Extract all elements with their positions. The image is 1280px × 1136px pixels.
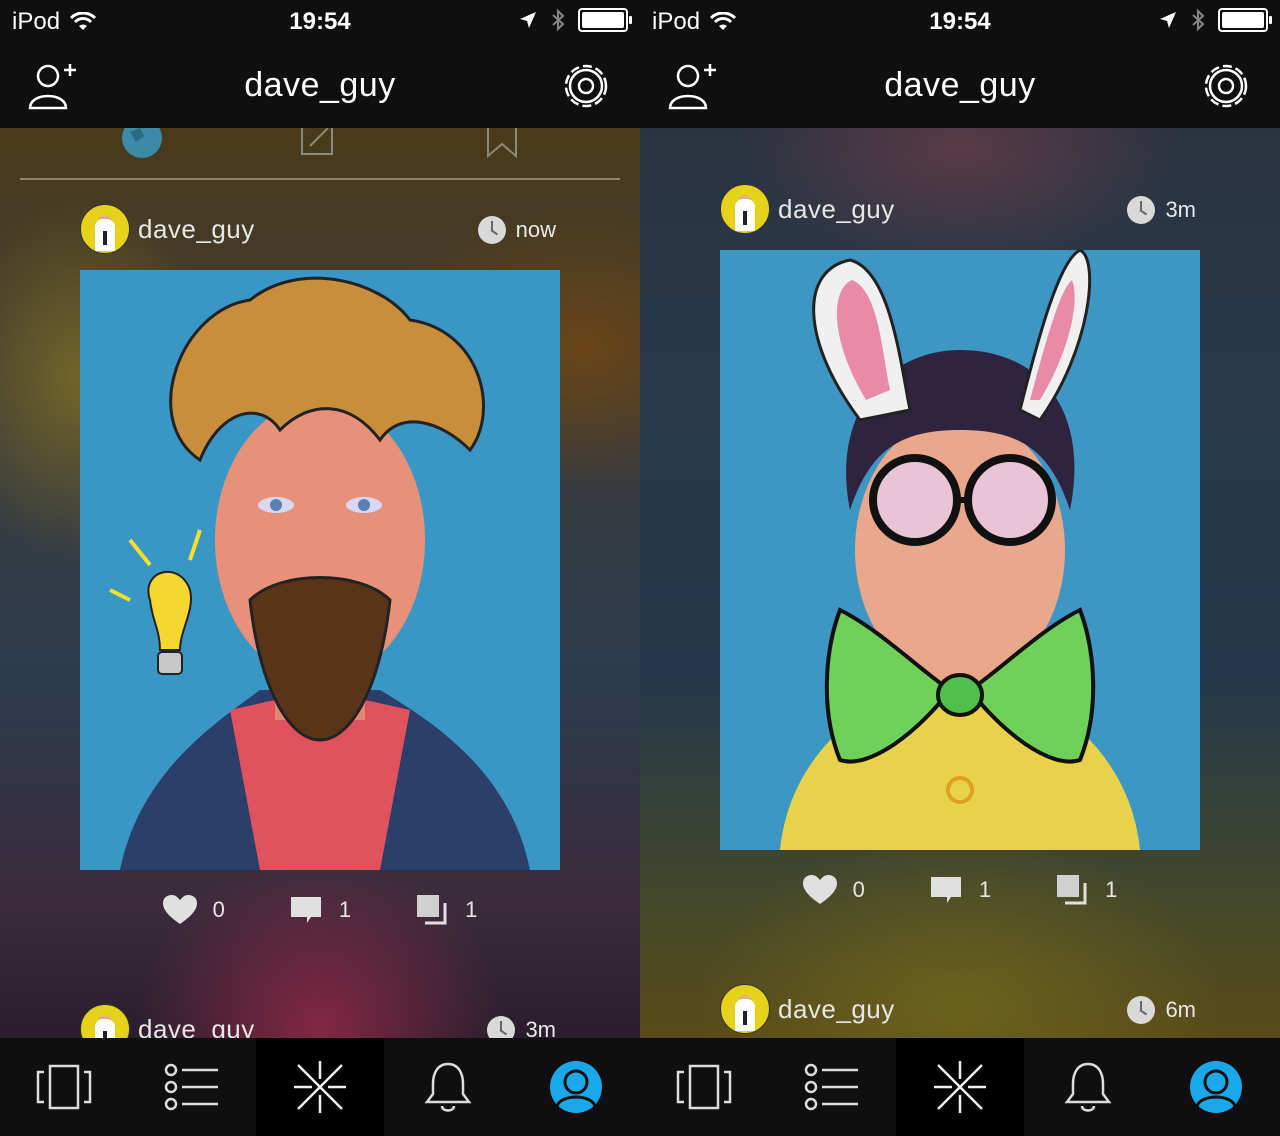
profile-tabs (20, 128, 620, 180)
top-nav-bar: dave_guy (0, 44, 640, 128)
post-photo[interactable] (80, 270, 560, 870)
post-photo[interactable] (720, 250, 1200, 850)
bell-icon (1064, 1062, 1112, 1112)
post-username[interactable]: dave_guy (138, 1014, 255, 1038)
bell-icon (424, 1062, 472, 1112)
post-image-art (720, 250, 1200, 850)
comment-action[interactable]: 1 (929, 870, 991, 910)
post-time: 6m (1127, 996, 1196, 1024)
clock-icon (1127, 996, 1156, 1024)
clock-icon (1127, 196, 1156, 224)
post-username[interactable]: dave_guy (778, 994, 895, 1025)
tab-list[interactable] (768, 1038, 896, 1136)
avatar[interactable] (80, 1004, 130, 1038)
heart-icon (162, 895, 197, 924)
bottom-tab-bar (0, 1038, 640, 1136)
repost-count: 1 (1105, 877, 1118, 902)
heart-icon (802, 875, 837, 904)
repost-icon (417, 895, 447, 925)
cards-icon (36, 1064, 92, 1110)
gear-icon[interactable] (1198, 58, 1254, 114)
comment-icon (290, 897, 321, 923)
top-nav-bar: dave_guy (640, 44, 1280, 128)
repost-action[interactable]: 1 (1055, 870, 1117, 910)
tab-cards[interactable] (0, 1038, 128, 1136)
bluetooth-icon (552, 8, 565, 32)
post-header: dave_guy 3m (80, 1004, 560, 1038)
phone-screen-left: iPod 19:54 dave_guy dave_guy now 0 1 1 d… (0, 0, 640, 1136)
comment-action[interactable]: 1 (289, 890, 351, 930)
phone-screen-right: iPod 19:54 dave_guy dave_guy 3m 0 1 1 da… (640, 0, 1280, 1136)
post-actions: 0 1 1 (0, 890, 640, 930)
bookmark-icon[interactable] (480, 128, 524, 160)
post-header: dave_guy now (80, 204, 560, 254)
tab-create[interactable] (256, 1038, 384, 1136)
avatar[interactable] (80, 204, 130, 254)
sparkle-icon (294, 1061, 346, 1113)
post-header: dave_guy 6m (720, 984, 1200, 1034)
status-bar: iPod 19:54 (0, 0, 640, 44)
bottom-tab-bar (640, 1038, 1280, 1136)
post-time: 3m (1127, 196, 1196, 224)
clock-icon (477, 216, 506, 244)
list-icon (164, 1063, 218, 1111)
post-time: now (477, 216, 556, 244)
screens: iPod 19:54 dave_guy dave_guy now 0 1 1 d… (0, 0, 1280, 1136)
battery-icon (1218, 8, 1272, 32)
like-action[interactable]: 0 (162, 890, 225, 930)
location-arrow-icon (1160, 12, 1176, 28)
comment-count: 1 (978, 877, 992, 902)
post-time-label: 6m (1165, 997, 1196, 1022)
like-count: 0 (852, 877, 865, 902)
feed[interactable]: dave_guy 3m 0 1 1 dave_guy 6m (640, 128, 1280, 1038)
cards-icon (676, 1064, 732, 1110)
like-count: 0 (212, 897, 225, 922)
tab-cards[interactable] (640, 1038, 768, 1136)
profile-icon (1190, 1061, 1242, 1113)
profile-title: dave_guy (884, 66, 1036, 104)
profile-icon (550, 1061, 602, 1113)
post-username[interactable]: dave_guy (138, 214, 255, 245)
avatar[interactable] (720, 984, 770, 1034)
repost-count: 1 (465, 897, 478, 922)
post-time-label: 3m (1165, 197, 1196, 222)
gear-icon[interactable] (558, 58, 614, 114)
bluetooth-icon (1192, 8, 1205, 32)
comment-icon (930, 877, 961, 903)
like-action[interactable]: 0 (802, 870, 865, 910)
post-header: dave_guy 3m (720, 184, 1200, 234)
location-arrow-icon (520, 12, 536, 28)
repost-action[interactable]: 1 (415, 890, 477, 930)
tab-profile[interactable] (512, 1038, 640, 1136)
status-bar: iPod 19:54 (640, 0, 1280, 44)
profile-title: dave_guy (244, 66, 396, 104)
edit-icon[interactable] (296, 128, 340, 160)
clock-icon (487, 1016, 516, 1038)
repost-icon (1057, 875, 1087, 905)
comment-count: 1 (338, 897, 352, 922)
post-time-label: now (515, 217, 556, 242)
avatar[interactable] (720, 184, 770, 234)
post-image-art (80, 270, 560, 870)
battery-icon (578, 8, 632, 32)
feed[interactable]: dave_guy now 0 1 1 dave_guy 3m (0, 128, 640, 1038)
tab-list[interactable] (128, 1038, 256, 1136)
post-actions: 0 1 1 (640, 870, 1280, 910)
tab-notifications[interactable] (1024, 1038, 1152, 1136)
globe-icon[interactable] (120, 128, 164, 160)
post-username[interactable]: dave_guy (778, 194, 895, 225)
tab-notifications[interactable] (384, 1038, 512, 1136)
post-time-label: 3m (525, 1017, 556, 1038)
tab-profile[interactable] (1152, 1038, 1280, 1136)
list-icon (804, 1063, 858, 1111)
sparkle-icon (934, 1061, 986, 1113)
tab-create[interactable] (896, 1038, 1024, 1136)
post-time: 3m (487, 1016, 556, 1038)
